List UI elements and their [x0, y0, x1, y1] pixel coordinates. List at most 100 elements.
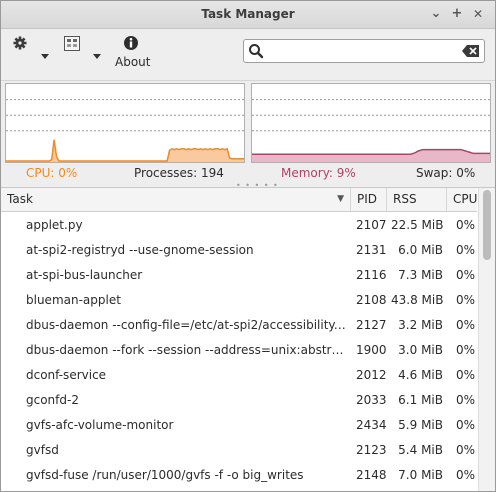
process-name: dconf-service: [26, 368, 107, 382]
scrollbar-thumb[interactable]: [483, 190, 491, 260]
process-rss: 3.2 MiB: [398, 318, 443, 332]
stats-bar: CPU: 0% Processes: 194 Memory: 9% Swap: …: [1, 163, 495, 190]
process-pid: 2434: [356, 418, 387, 432]
column-header-label: PID: [357, 192, 378, 206]
column-header-task[interactable]: Task ▼: [1, 188, 351, 211]
process-table: Task ▼ PID RSS CPU applet.py 2107 22.5 MiB…: [1, 187, 495, 491]
table-row[interactable]: blueman-applet 2108 43.8 MiB 0%: [1, 288, 477, 313]
process-cpu: 0%: [455, 268, 475, 282]
view-columns-icon: [64, 36, 80, 51]
processes-count-label: Processes: 194: [134, 166, 224, 180]
process-name: gconfd-2: [26, 393, 79, 407]
swap-usage-label: Swap: 0%: [416, 166, 476, 180]
process-rss: 6.1 MiB: [398, 393, 443, 407]
process-pid: 1900: [356, 343, 387, 357]
process-cpu: 0%: [455, 393, 475, 407]
process-name: blueman-applet: [26, 293, 121, 307]
table-row[interactable]: gvfs-gphoto2-volume-monitor 24405.5 MiB 0%: [1, 488, 477, 491]
process-pid: 2108: [356, 293, 387, 307]
process-name: applet.py: [26, 218, 83, 232]
process-rss: 5.5 MiB: [391, 488, 443, 491]
toolbar: About: [1, 29, 495, 81]
memory-graph: [251, 83, 491, 163]
column-header-rss[interactable]: RSS: [387, 188, 447, 211]
settings-menu-button[interactable]: [11, 35, 55, 61]
process-pid: 2148: [356, 468, 387, 482]
process-pid: 2033: [356, 393, 387, 407]
column-header-label: Task: [7, 192, 33, 206]
info-icon: [124, 36, 138, 50]
table-row[interactable]: gvfsd 2123 5.4 MiB 0%: [1, 438, 477, 463]
process-pid: 2116: [356, 268, 387, 282]
column-header-pid[interactable]: PID: [351, 188, 387, 211]
search-icon: [249, 44, 264, 59]
table-row[interactable]: dbus-daemon --config-file=/etc/at-spi2/a…: [1, 313, 477, 338]
process-pid: 2127: [356, 318, 387, 332]
process-pid: 2123: [356, 443, 387, 457]
table-row[interactable]: dbus-daemon --fork --session --address=u…: [1, 338, 477, 363]
column-header-label: RSS: [393, 192, 417, 206]
maximize-button[interactable]: +: [448, 5, 466, 23]
title-bar[interactable]: Task Manager ⌄ + ✕: [1, 1, 495, 29]
process-rss: 7.0 MiB: [398, 468, 443, 482]
cpu-history-chart: [6, 99, 244, 162]
process-pid: 2012: [356, 368, 387, 382]
resource-graphs: [1, 81, 495, 171]
memory-usage-label: Memory: 9%: [281, 166, 356, 180]
table-row[interactable]: dconf-service 2012 4.6 MiB 0%: [1, 363, 477, 388]
process-name: dbus-daemon --fork --session --address=u…: [26, 343, 348, 357]
process-cpu: 0%: [455, 443, 475, 457]
search-field[interactable]: [243, 39, 485, 63]
process-cpu: 0%: [455, 368, 475, 382]
memory-history-chart: [252, 99, 490, 162]
process-rss: 43.8 MiB: [391, 293, 443, 307]
cpu-graph: [5, 83, 245, 163]
table-row[interactable]: gvfsd-fuse /run/user/1000/gvfs -f -o big…: [1, 463, 477, 488]
process-rss: 4.6 MiB: [398, 368, 443, 382]
process-list: applet.py 2107 22.5 MiB 0% at-spi2-registryd…: [1, 213, 477, 491]
process-cpu: 0%: [455, 243, 475, 257]
table-row[interactable]: at-spi2-registryd --use-gnome-session 213…: [1, 238, 477, 263]
process-rss: 3.0 MiB: [398, 343, 443, 357]
usage-area: [6, 139, 244, 162]
process-name: dbus-daemon --config-file=/etc/at-spi2/a…: [26, 318, 348, 332]
process-rss: 6.0 MiB: [398, 243, 443, 257]
process-rss: 22.5 MiB: [391, 218, 443, 232]
table-row[interactable]: applet.py 2107 22.5 MiB 0%: [1, 213, 477, 238]
table-row[interactable]: gconfd-2 2033 6.1 MiB 0%: [1, 388, 477, 413]
cpu-usage-label: CPU: 0%: [26, 166, 78, 180]
table-row[interactable]: at-spi-bus-launcher 2116 7.3 MiB 0%: [1, 263, 477, 288]
process-cpu: 0%: [455, 418, 475, 432]
clear-search-icon[interactable]: [462, 44, 480, 58]
process-rss: 5.9 MiB: [398, 418, 443, 432]
chevron-down-icon: [41, 54, 49, 59]
column-header-label: CPU: [453, 192, 478, 206]
chevron-down-icon: [93, 54, 101, 59]
process-name: gvfs-afc-volume-monitor: [26, 418, 174, 432]
process-name: gvfsd-fuse /run/user/1000/gvfs -f -o big…: [26, 468, 304, 482]
process-pid: 2107: [356, 218, 387, 232]
process-name: gvfs-gphoto2-volume-monitor: [26, 488, 348, 491]
task-manager-window: Task Manager ⌄ + ✕ About CPU: 0% Process…: [0, 0, 496, 492]
about-label: About: [115, 55, 151, 69]
process-cpu: 0%: [455, 343, 475, 357]
process-cpu: 0%: [455, 293, 475, 307]
process-pid: 2440: [356, 488, 390, 491]
process-name: at-spi2-registryd --use-gnome-session: [26, 243, 254, 257]
column-header-cpu[interactable]: CPU: [447, 188, 477, 211]
process-rss: 7.3 MiB: [398, 268, 443, 282]
view-menu-button[interactable]: [63, 35, 107, 61]
table-header: Task ▼ PID RSS CPU: [1, 188, 477, 212]
close-button[interactable]: ✕: [469, 5, 487, 23]
process-name: at-spi-bus-launcher: [26, 268, 143, 282]
process-cpu: 0%: [447, 488, 475, 491]
minimize-button[interactable]: ⌄: [427, 5, 445, 23]
table-row[interactable]: gvfs-afc-volume-monitor 2434 5.9 MiB 0%: [1, 413, 477, 438]
vertical-scrollbar[interactable]: [478, 188, 495, 491]
process-pid: 2131: [356, 243, 387, 257]
window-title: Task Manager: [201, 7, 295, 21]
search-input[interactable]: [266, 42, 460, 62]
usage-area: [252, 149, 490, 162]
process-name: gvfsd: [26, 443, 59, 457]
sort-down-icon: ▼: [337, 194, 344, 204]
